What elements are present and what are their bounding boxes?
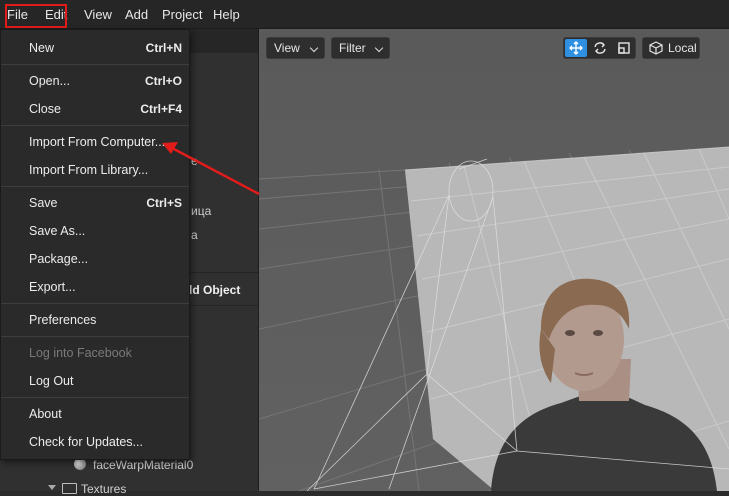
menu-separator xyxy=(1,397,189,398)
menu-item-export[interactable]: Export... xyxy=(1,275,189,299)
menu-item-label: New xyxy=(29,41,55,55)
menu-item-label: Package... xyxy=(29,252,89,266)
viewport-scene xyxy=(259,29,729,491)
scale-tool-button[interactable] xyxy=(613,39,635,57)
menu-item-label: Save xyxy=(29,196,58,210)
menu-item-save[interactable]: Save Ctrl+S xyxy=(1,191,189,215)
menu-item-new[interactable]: New Ctrl+N xyxy=(1,36,189,60)
menu-separator xyxy=(1,336,189,337)
menu-item-label: About xyxy=(29,407,62,421)
asset-item-material[interactable]: faceWarpMaterial0 xyxy=(93,458,193,472)
menu-item-label: Import From Computer... xyxy=(29,135,166,149)
menu-item-shortcut: Ctrl+S xyxy=(146,196,182,210)
divider xyxy=(190,305,258,306)
menu-item-open[interactable]: Open... Ctrl+O xyxy=(1,69,189,93)
menu-item-import-from-computer[interactable]: Import From Computer... xyxy=(1,130,189,154)
menu-item-label: Log into Facebook xyxy=(29,346,132,360)
folder-icon xyxy=(62,483,77,494)
menu-item-label: Import From Library... xyxy=(29,163,149,177)
menu-item-log-into-facebook: Log into Facebook xyxy=(1,341,189,365)
menu-item-label: Check for Updates... xyxy=(29,435,143,449)
menu-view[interactable]: View xyxy=(84,0,112,28)
menu-separator xyxy=(1,64,189,65)
rotate-icon xyxy=(594,42,606,54)
chevron-down-icon xyxy=(309,43,319,53)
menu-item-shortcut: Ctrl+N xyxy=(145,41,182,55)
menu-item-label: Export... xyxy=(29,280,76,294)
menu-item-shortcut: Ctrl+F4 xyxy=(140,102,182,116)
menu-item-label: Open... xyxy=(29,74,70,88)
asset-folder-textures[interactable]: Textures xyxy=(81,482,126,496)
scene-item-partial: а xyxy=(191,228,198,242)
scene-item-partial: ица xyxy=(191,204,212,218)
menu-separator xyxy=(1,303,189,304)
menu-item-close[interactable]: Close Ctrl+F4 xyxy=(1,97,189,121)
view-dropdown-label: View xyxy=(274,41,300,55)
view-dropdown-button[interactable]: View xyxy=(266,37,325,59)
menu-item-label: Preferences xyxy=(29,313,97,327)
menu-item-label: Log Out xyxy=(29,374,74,388)
rotate-tool-button[interactable] xyxy=(589,39,611,57)
filter-dropdown-button[interactable]: Filter xyxy=(331,37,390,59)
menu-item-preferences[interactable]: Preferences xyxy=(1,308,189,332)
menu-separator xyxy=(1,186,189,187)
divider xyxy=(190,272,258,273)
filter-dropdown-label: Filter xyxy=(339,41,366,55)
menu-add[interactable]: Add xyxy=(125,0,148,28)
local-space-label: Local xyxy=(668,41,697,55)
menu-item-save-as[interactable]: Save As... xyxy=(1,219,189,243)
move-tool-button[interactable] xyxy=(565,39,587,57)
menu-item-import-from-library[interactable]: Import From Library... xyxy=(1,158,189,182)
expand-arrow-icon[interactable] xyxy=(48,485,56,490)
menu-help[interactable]: Help xyxy=(213,0,240,28)
file-menu-dropdown: New Ctrl+N Open... Ctrl+O Close Ctrl+F4 … xyxy=(0,29,190,460)
menu-separator xyxy=(1,125,189,126)
scene-item-partial: e xyxy=(191,154,198,168)
menu-item-label: Close xyxy=(29,102,61,116)
menu-item-check-for-updates[interactable]: Check for Updates... xyxy=(1,430,189,454)
cube-icon xyxy=(649,41,663,55)
menu-item-package[interactable]: Package... xyxy=(1,247,189,271)
transform-tool-group xyxy=(563,37,636,59)
menu-bar: File Edit View Add Project Help xyxy=(0,0,729,29)
3d-viewport[interactable]: View Filter Local xyxy=(259,29,729,491)
chevron-down-icon xyxy=(374,43,384,53)
menu-item-shortcut: Ctrl+O xyxy=(144,74,182,88)
annotation-highlight-box xyxy=(5,4,67,28)
scale-icon xyxy=(618,42,630,54)
menu-item-log-out[interactable]: Log Out xyxy=(1,369,189,393)
add-object-button[interactable]: dd Object xyxy=(185,283,240,297)
menu-project[interactable]: Project xyxy=(162,0,202,28)
menu-item-label: Save As... xyxy=(29,224,86,238)
move-arrows-icon xyxy=(569,41,583,55)
menu-item-about[interactable]: About xyxy=(1,402,189,426)
local-space-toggle[interactable]: Local xyxy=(642,37,700,59)
